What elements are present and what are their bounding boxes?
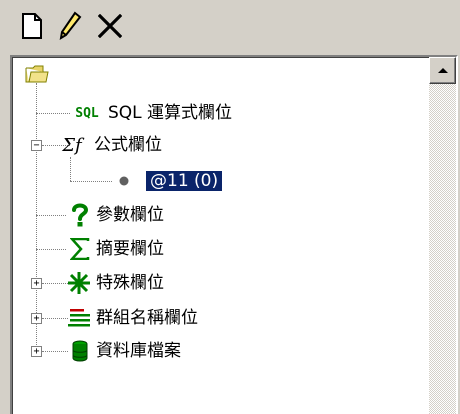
toolbar [0, 0, 460, 52]
field-tree: SQL SQL 運算式欄位 − Σf 公式欄位 @11 (0) 參數欄位 摘要欄… [12, 57, 428, 412]
special-icon [66, 271, 92, 295]
tree-item-formula-fields[interactable]: 公式欄位 [94, 133, 162, 157]
tree-connector [36, 113, 70, 114]
edit-button[interactable] [52, 8, 88, 44]
tree-item-group-name-fields[interactable]: 群組名稱欄位 [96, 306, 198, 330]
vertical-scrollbar[interactable] [429, 57, 456, 414]
sigma-icon [68, 237, 92, 261]
tree-item-sql-expression-fields[interactable]: SQL 運算式欄位 [108, 101, 232, 125]
tree-connector [70, 157, 71, 181]
expand-toggle[interactable]: + [31, 313, 42, 324]
database-icon [68, 339, 92, 363]
tree-item-formula-11[interactable]: @11 (0) [144, 169, 224, 193]
expand-toggle[interactable]: + [31, 278, 42, 289]
tree-connector [36, 249, 66, 250]
group-name-icon [66, 306, 92, 330]
delete-x-icon [98, 14, 122, 38]
selected-item-label: @11 (0) [144, 170, 224, 192]
pencil-icon [59, 11, 82, 40]
question-icon [68, 203, 92, 227]
tree-item-special-fields[interactable]: 特殊欄位 [96, 271, 164, 295]
sql-icon: SQL [75, 105, 99, 121]
tree-item-summary-fields[interactable]: 摘要欄位 [96, 237, 164, 261]
tree-item-database-files[interactable]: 資料庫檔案 [96, 339, 181, 363]
collapse-toggle[interactable]: − [31, 140, 42, 151]
new-document-button[interactable] [14, 8, 50, 44]
bullet-icon [116, 173, 132, 189]
scroll-up-button[interactable] [429, 57, 456, 84]
folder-icon[interactable] [24, 63, 50, 83]
tree-connector [42, 351, 68, 352]
tree-connector [70, 181, 112, 182]
tree-connector [42, 318, 68, 319]
tree-item-parameter-fields[interactable]: 參數欄位 [96, 203, 164, 227]
field-explorer-tree-panel: SQL SQL 運算式欄位 − Σf 公式欄位 @11 (0) 參數欄位 摘要欄… [10, 55, 458, 414]
tree-connector [36, 215, 66, 216]
expand-toggle[interactable]: + [31, 346, 42, 357]
formula-icon: Σf [62, 134, 82, 156]
delete-button[interactable] [92, 8, 128, 44]
tree-connector [42, 283, 68, 284]
new-document-icon [22, 13, 42, 39]
